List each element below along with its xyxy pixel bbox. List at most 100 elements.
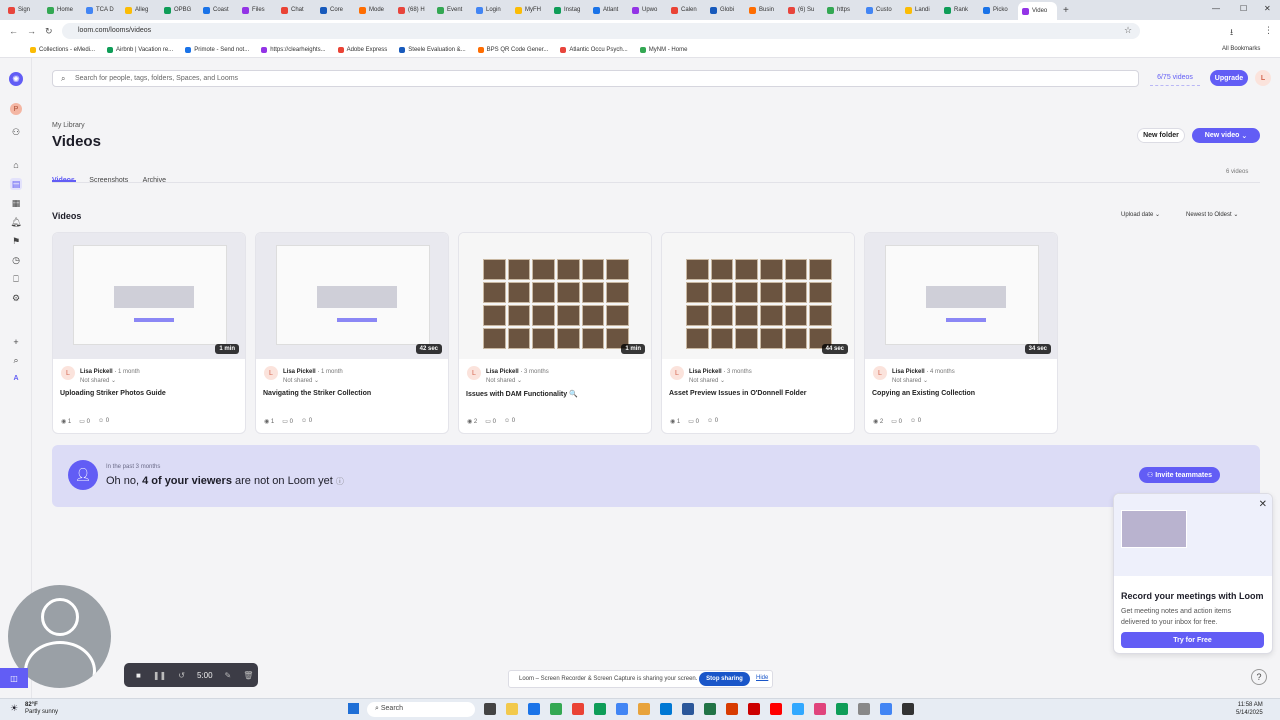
windows-start-icon[interactable] — [348, 703, 359, 714]
delete-icon[interactable]: 🗑︎ — [243, 671, 253, 680]
taskbar-search[interactable]: ⌕ Search — [367, 702, 475, 717]
browser-tab[interactable]: Video — [1018, 2, 1057, 20]
menu-icon[interactable]: ⋮ — [1264, 25, 1273, 36]
browser-tab[interactable]: Chat — [277, 2, 316, 18]
browser-tab[interactable]: https — [823, 2, 862, 18]
video-card[interactable]: 1 min L Lisa Pickell · 1 month Not shared ⌄… — [52, 232, 246, 434]
taskbar-app-icon[interactable] — [484, 703, 496, 715]
maximize-icon[interactable]: ☐ — [1240, 4, 1247, 13]
taskbar-app-icon[interactable] — [682, 703, 694, 715]
add-user-icon[interactable]: ⚇ — [10, 126, 22, 138]
taskbar-app-icon[interactable] — [550, 703, 562, 715]
browser-tab[interactable]: Busin — [745, 2, 784, 18]
video-card[interactable]: 1 min L Lisa Pickell · 3 months Not shared … — [458, 232, 652, 434]
browser-tab[interactable]: (68) H — [394, 2, 433, 18]
workspace-avatar[interactable]: P — [10, 103, 22, 115]
upgrade-button[interactable]: Upgrade — [1210, 70, 1248, 86]
video-title[interactable]: Asset Preview Issues in O'Donnell Folder — [669, 390, 806, 397]
add-icon[interactable]: + — [10, 336, 22, 348]
reload-icon[interactable]: ↻ — [45, 26, 53, 37]
share-status[interactable]: Not shared ⌄ — [486, 377, 522, 384]
sort-order-dropdown[interactable]: Newest to Oldest ⌄ — [1186, 211, 1238, 218]
try-for-free-button[interactable]: Try for Free — [1121, 632, 1264, 648]
taskbar-app-icon[interactable] — [836, 703, 848, 715]
browser-tab[interactable]: (6) Su — [784, 2, 823, 18]
bookmark-item[interactable]: Airbnb | Vacation re... — [107, 46, 173, 53]
bookmark-item[interactable]: Collections - eMedi... — [30, 46, 95, 53]
new-video-button[interactable]: New video ⌄ — [1192, 128, 1260, 143]
bookmark-item[interactable]: MyNM - Home — [639, 46, 687, 53]
bookmark-item[interactable]: Adobe Express — [337, 46, 387, 53]
taskbar-app-icon[interactable] — [660, 703, 672, 715]
hide-link[interactable]: Hide — [756, 675, 768, 681]
browser-tab[interactable]: Mode — [355, 2, 394, 18]
info-icon[interactable]: ⓘ — [336, 477, 344, 486]
browser-tab[interactable]: MyFH — [511, 2, 550, 18]
history-icon[interactable]: ◷ — [10, 254, 22, 266]
browser-tab[interactable]: Upwo — [628, 2, 667, 18]
taskbar-app-icon[interactable] — [726, 703, 738, 715]
bookmark-item[interactable]: BPS QR Code Gener... — [477, 46, 548, 53]
video-title[interactable]: Copying an Existing Collection — [872, 390, 975, 397]
pause-icon[interactable]: ❚❚ — [153, 671, 166, 680]
help-icon[interactable]: ? — [1251, 669, 1267, 685]
accessibility-icon[interactable]: A — [10, 372, 22, 384]
new-folder-button[interactable]: New folder — [1137, 128, 1185, 143]
browser-tab[interactable]: Login — [472, 2, 511, 18]
browser-tab[interactable]: Home — [43, 2, 82, 18]
loom-logo-icon[interactable]: ✺ — [9, 72, 23, 86]
home-icon[interactable]: ⌂ — [10, 159, 22, 171]
video-card[interactable]: 34 sec L Lisa Pickell · 4 months Not shared… — [864, 232, 1058, 434]
user-avatar[interactable]: L — [1255, 70, 1271, 86]
browser-tab[interactable]: OPBG — [160, 2, 199, 18]
browser-tab[interactable]: Globi — [706, 2, 745, 18]
search-bar[interactable]: ⌕ Search for people, tags, folders, Spac… — [52, 70, 1139, 87]
browser-tab[interactable]: Calen — [667, 2, 706, 18]
video-thumbnail[interactable] — [865, 233, 1057, 359]
taskbar-app-icon[interactable] — [880, 703, 892, 715]
browser-tab[interactable]: Atlant — [589, 2, 628, 18]
forward-icon[interactable]: → — [27, 26, 36, 36]
bookmark-item[interactable]: Primote - Send not... — [185, 46, 249, 53]
video-title[interactable]: Uploading Striker Photos Guide — [60, 390, 166, 397]
video-title[interactable]: Navigating the Striker Collection — [263, 390, 371, 397]
share-status[interactable]: Not shared ⌄ — [892, 377, 928, 384]
search-rail-icon[interactable]: ⌕ — [10, 354, 22, 366]
taskbar-app-icon[interactable] — [858, 703, 870, 715]
taskbar-app-icon[interactable] — [616, 703, 628, 715]
new-tab-icon[interactable]: + — [1063, 5, 1069, 16]
taskbar-app-icon[interactable] — [704, 703, 716, 715]
url-field[interactable]: loom.com/looms/videos — [62, 23, 1140, 39]
download-icon[interactable]: ⭳ — [1230, 25, 1233, 41]
browser-tab[interactable]: Landi — [901, 2, 940, 18]
minimize-icon[interactable]: — — [1212, 4, 1220, 13]
browser-tab[interactable]: Sign — [4, 2, 43, 18]
bookmark-icon[interactable]: ⚑ — [10, 235, 22, 247]
browser-tab[interactable]: Rank — [940, 2, 979, 18]
bookmark-star-icon[interactable]: ☆ — [1124, 25, 1132, 36]
video-thumbnail[interactable] — [459, 233, 651, 359]
taskbar-app-icon[interactable] — [506, 703, 518, 715]
stop-recording-icon[interactable]: ■ — [136, 671, 141, 680]
restart-icon[interactable]: ↺ — [178, 671, 185, 680]
bookmark-item[interactable]: Atlantic Occu Psych... — [560, 46, 628, 53]
bookmark-item[interactable]: https://clearheights... — [261, 46, 326, 53]
breadcrumb[interactable]: My Library — [52, 122, 85, 129]
back-icon[interactable]: ← — [9, 26, 18, 36]
close-icon[interactable]: ✕ — [1259, 499, 1267, 510]
library-icon[interactable]: ▤ — [10, 178, 22, 190]
calendar-icon[interactable]: ▦ — [10, 197, 22, 209]
video-card[interactable]: 44 sec L Lisa Pickell · 3 months Not shared… — [661, 232, 855, 434]
browser-tab[interactable]: Alleg — [121, 2, 160, 18]
taskbar-app-icon[interactable] — [814, 703, 826, 715]
taskbar-app-icon[interactable] — [638, 703, 650, 715]
taskbar-app-icon[interactable] — [594, 703, 606, 715]
taskbar-app-icon[interactable] — [902, 703, 914, 715]
close-window-icon[interactable]: ✕ — [1264, 4, 1271, 13]
video-thumbnail[interactable] — [53, 233, 245, 359]
browser-tab[interactable]: TCA D — [82, 2, 121, 18]
sort-field-dropdown[interactable]: Upload date ⌄ — [1121, 211, 1160, 218]
share-status[interactable]: Not shared ⌄ — [283, 377, 319, 384]
browser-tab[interactable]: Coast — [199, 2, 238, 18]
gift-icon[interactable]: ⎕ — [10, 273, 22, 285]
